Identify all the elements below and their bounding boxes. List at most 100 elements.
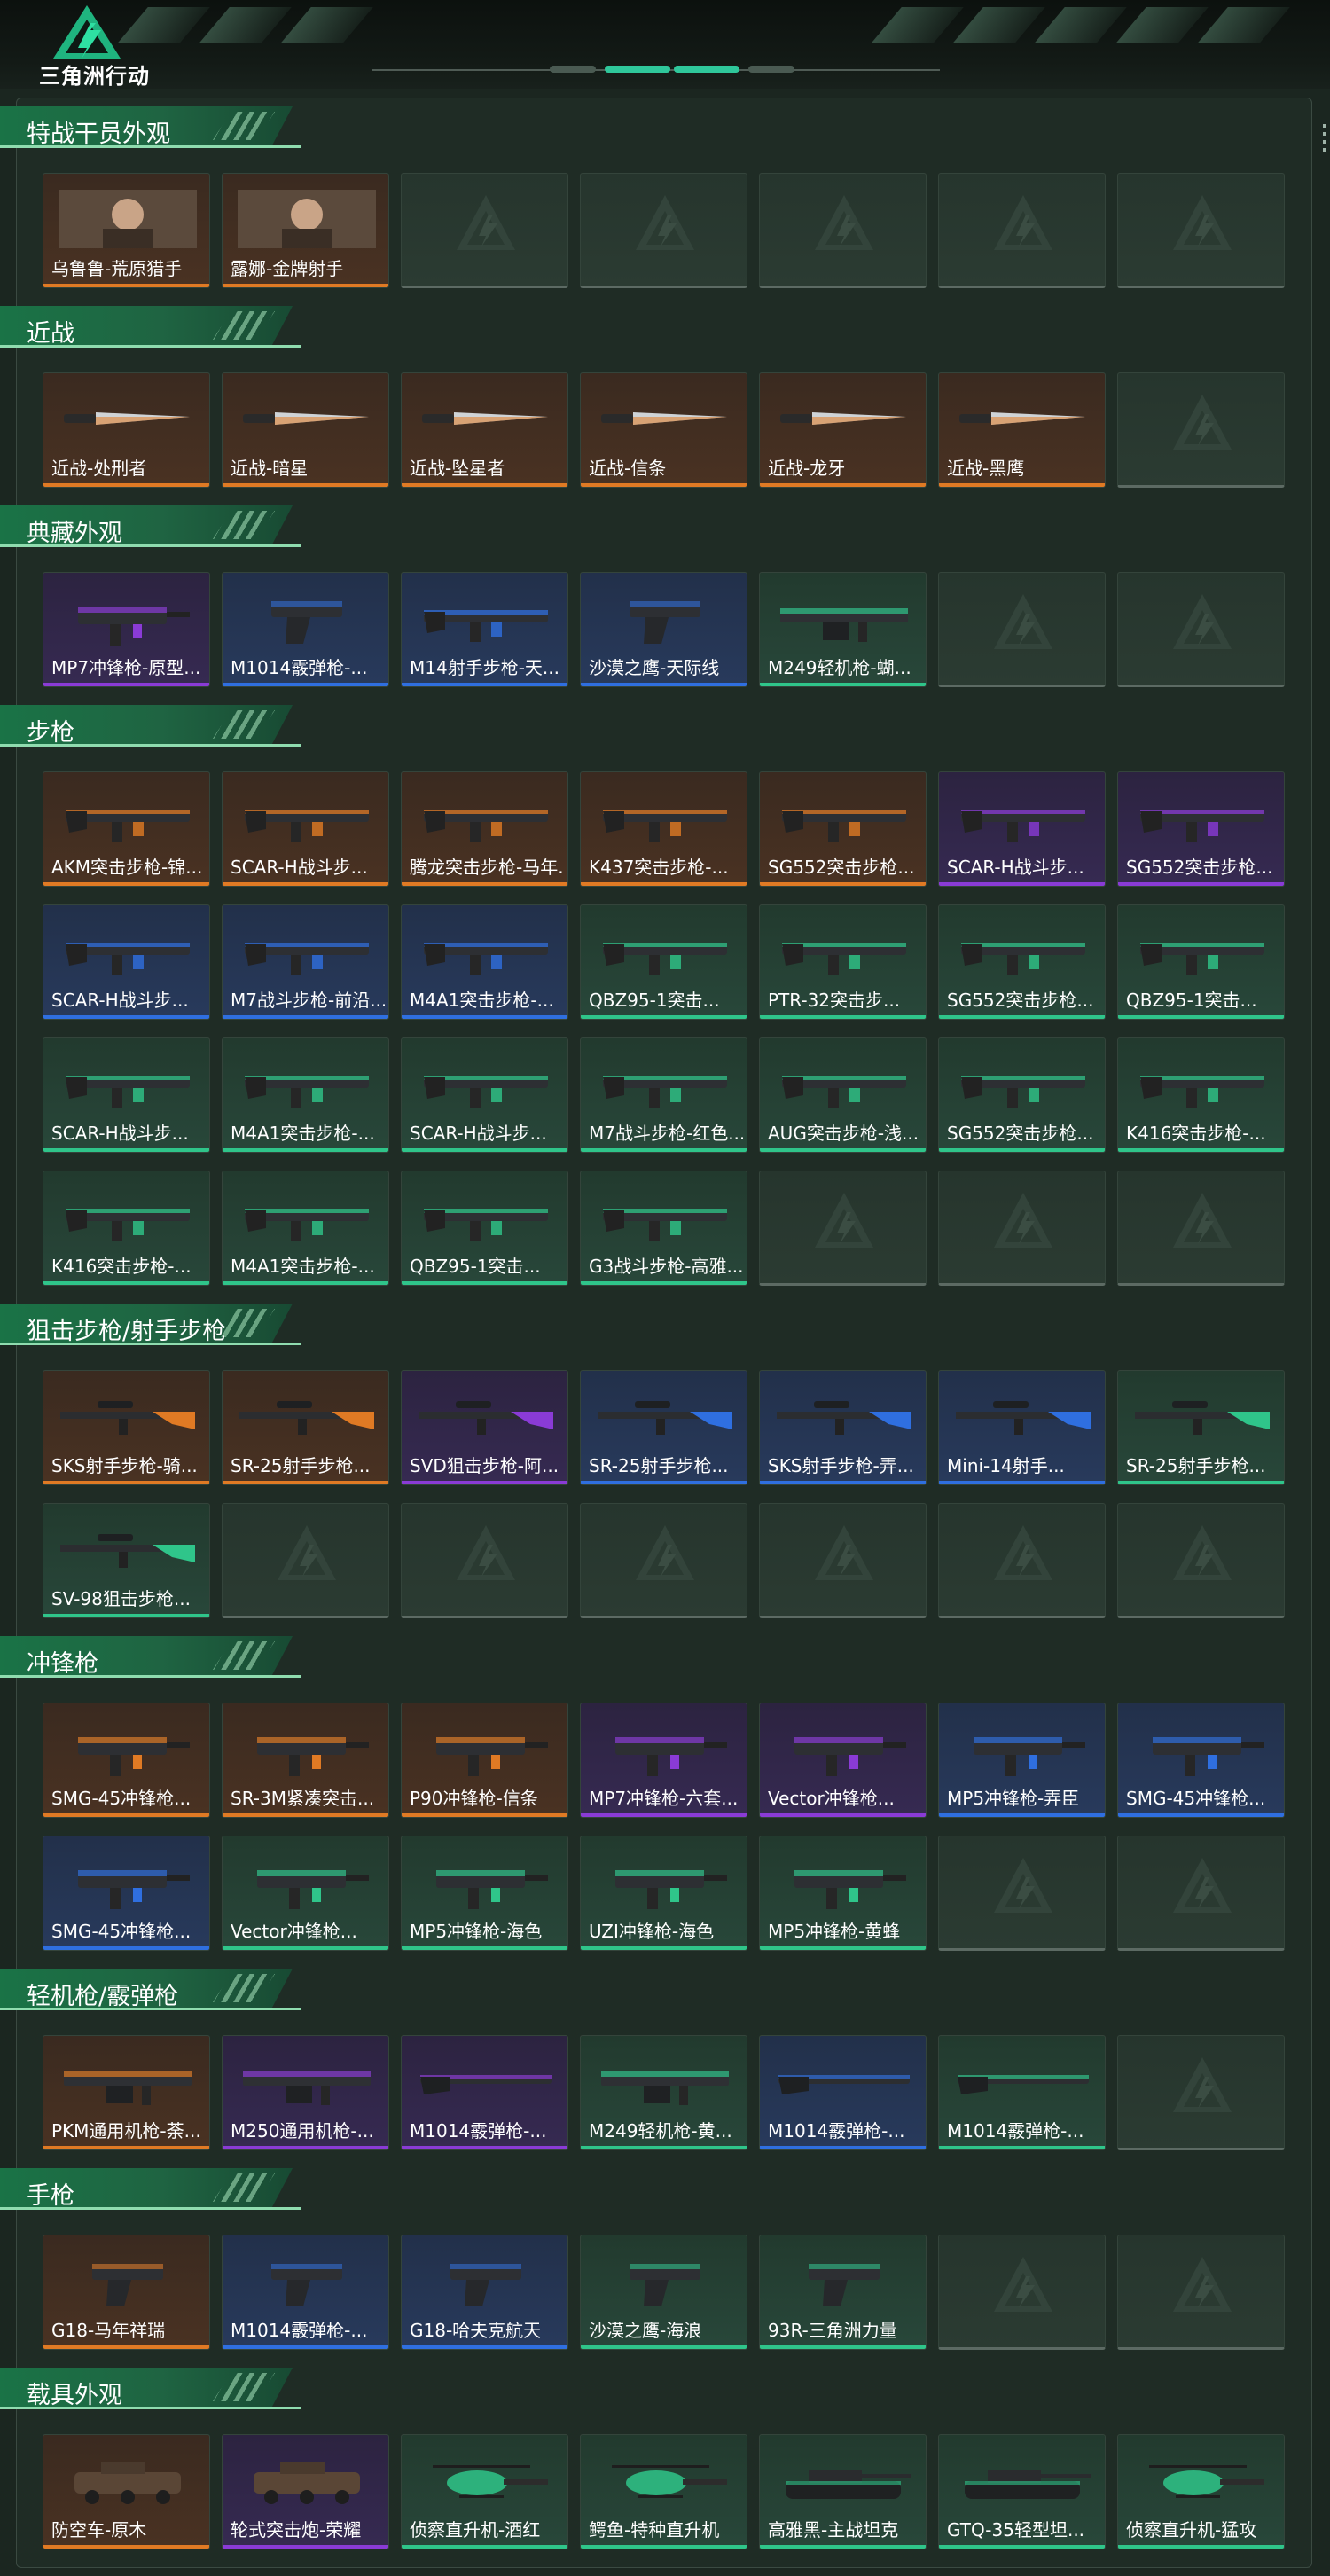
skin-card[interactable]: 侦察直升机-猛攻 — [1117, 2434, 1285, 2549]
skin-card[interactable]: 轮式突击炮-荣耀 — [222, 2434, 389, 2549]
skin-thumbnail — [411, 2045, 560, 2118]
skin-card[interactable]: 侦察直升机-酒红 — [401, 2434, 568, 2549]
skin-card[interactable]: SMG-45冲锋枪... — [1117, 1703, 1285, 1818]
skin-card[interactable]: QBZ95-1突击... — [580, 904, 747, 1020]
skin-card[interactable]: 乌鲁鲁-荒原猎手 — [43, 173, 210, 288]
skin-card[interactable]: SCAR-H战斗步... — [222, 771, 389, 887]
skin-card[interactable]: SCAR-H战斗步... — [401, 1037, 568, 1153]
rarity-bar — [43, 1015, 209, 1019]
delta-logo-icon — [53, 5, 121, 59]
skin-card[interactable]: M7战斗步枪-红色... — [580, 1037, 747, 1153]
skin-card[interactable]: M250通用机枪-... — [222, 2035, 389, 2150]
skin-card[interactable]: K416突击步枪-... — [43, 1171, 210, 1286]
skin-card[interactable]: MP5冲锋枪-黄蜂 — [759, 1836, 927, 1951]
skin-label: SG552突击步枪... — [1126, 857, 1273, 878]
rifle-icon — [781, 810, 906, 842]
skin-card[interactable]: 近战-龙牙 — [759, 372, 927, 488]
item-grid: SMG-45冲锋枪... SR-3M紧凑突击... P90冲锋枪-信条 MP7冲锋枪-… — [43, 1703, 1285, 1951]
skin-card[interactable]: Vector冲锋枪... — [222, 1836, 389, 1951]
skin-card[interactable]: 腾龙突击步枪-马年... — [401, 771, 568, 887]
skin-card[interactable]: G3战斗步枪-高雅... — [580, 1171, 747, 1286]
skin-card[interactable]: Mini-14射手... — [938, 1370, 1106, 1485]
pistol-icon — [808, 2264, 880, 2306]
skin-card[interactable]: SR-25射手步枪... — [1117, 1370, 1285, 1485]
skin-card[interactable]: 93R-三角洲力量 — [759, 2235, 927, 2350]
skin-card[interactable]: 近战-暗星 — [222, 372, 389, 488]
skin-card[interactable]: SG552突击步枪... — [759, 771, 927, 887]
skin-card[interactable]: M1014霰弹枪-... — [938, 2035, 1106, 2150]
skin-card[interactable]: MP5冲锋枪-弄臣 — [938, 1703, 1106, 1818]
skin-card[interactable]: 近战-信条 — [580, 372, 747, 488]
skin-card[interactable]: SMG-45冲锋枪... — [43, 1836, 210, 1951]
skin-card[interactable]: GTQ-35轻型坦... — [938, 2434, 1106, 2549]
skin-card[interactable]: M4A1突击步枪-... — [222, 1037, 389, 1153]
skin-card[interactable]: AKM突击步枪-锦... — [43, 771, 210, 887]
skin-card[interactable]: G18-哈夫克航天 — [401, 2235, 568, 2350]
skin-card[interactable]: M1014霰弹枪-... — [222, 2235, 389, 2350]
skin-card[interactable]: MP7冲锋枪-六套... — [580, 1703, 747, 1818]
skin-card[interactable]: SR-25射手步枪... — [222, 1370, 389, 1485]
skin-card[interactable]: SKS射手步枪-弄... — [759, 1370, 927, 1485]
item-grid: MP7冲锋枪-原型... M1014霰弹枪-... M14射手步枪-天... 沙漠之鹰… — [43, 572, 1285, 687]
skin-card[interactable]: 沙漠之鹰-海浪 — [580, 2235, 747, 2350]
header-decor-left — [118, 7, 373, 43]
scrollbar-handle[interactable] — [1323, 124, 1326, 152]
skin-card[interactable]: 近战-坠星者 — [401, 372, 568, 488]
skin-thumbnail — [769, 2444, 919, 2517]
skin-card[interactable]: QBZ95-1突击... — [1117, 904, 1285, 1020]
skin-card[interactable]: G18-马年祥瑞 — [43, 2235, 210, 2350]
skin-card[interactable]: PKM通用机枪-荼... — [43, 2035, 210, 2150]
skin-card[interactable]: SR-3M紧凑突击... — [222, 1703, 389, 1818]
skin-card[interactable]: SCAR-H战斗步... — [43, 904, 210, 1020]
skin-card[interactable]: M1014霰弹枪-... — [759, 2035, 927, 2150]
skin-card[interactable]: K416突击步枪-... — [1117, 1037, 1285, 1153]
skin-card[interactable]: SCAR-H战斗步... — [938, 771, 1106, 887]
skin-thumbnail — [590, 2444, 739, 2517]
rarity-bar — [939, 2146, 1105, 2149]
skin-card[interactable]: M7战斗步枪-前沿... — [222, 904, 389, 1020]
empty-slot-delta-icon — [1173, 1858, 1232, 1913]
skin-card[interactable]: MP7冲锋枪-原型... — [43, 572, 210, 687]
skin-card[interactable]: SMG-45冲锋枪... — [43, 1703, 210, 1818]
skin-thumbnail — [769, 382, 919, 455]
rarity-bar — [402, 1813, 567, 1817]
skin-card[interactable]: Vector冲锋枪... — [759, 1703, 927, 1818]
skin-card[interactable]: SVD狙击步枪-阿... — [401, 1370, 568, 1485]
skin-card[interactable]: SG552突击步枪... — [938, 1037, 1106, 1153]
skin-card[interactable]: QBZ95-1突击... — [401, 1171, 568, 1286]
skin-card[interactable]: AUG突击步枪-浅... — [759, 1037, 927, 1153]
rarity-bar — [760, 1481, 926, 1484]
skin-card[interactable]: SKS射手步枪-骑... — [43, 1370, 210, 1485]
skin-card[interactable]: PTR-32突击步... — [759, 904, 927, 1020]
skin-card[interactable]: SG552突击步枪... — [938, 904, 1106, 1020]
skin-card[interactable]: K437突击步枪-... — [580, 771, 747, 887]
skin-card[interactable]: M249轻机枪-黄... — [580, 2035, 747, 2150]
skin-card[interactable]: SCAR-H战斗步... — [43, 1037, 210, 1153]
skin-card[interactable]: M4A1突击步枪-... — [401, 904, 568, 1020]
skin-card[interactable]: 近战-黑鹰 — [938, 372, 1106, 488]
skin-label: 近战-暗星 — [231, 458, 309, 479]
skin-card[interactable]: UZI冲锋枪-海色 — [580, 1836, 747, 1951]
section-header: 典藏外观 — [0, 505, 301, 547]
skin-card[interactable]: M4A1突击步枪-... — [222, 1171, 389, 1286]
skin-card[interactable]: SV-98狙击步枪... — [43, 1503, 210, 1618]
skin-card[interactable]: 高雅黑-主战坦克 — [759, 2434, 927, 2549]
skin-label: PTR-32突击步... — [768, 990, 901, 1011]
smg-icon — [794, 1870, 906, 1909]
skin-card[interactable]: M1014霰弹枪-... — [401, 2035, 568, 2150]
skin-card[interactable]: 沙漠之鹰-天际线 — [580, 572, 747, 687]
skin-card[interactable]: M1014霰弹枪-... — [222, 572, 389, 687]
skin-card[interactable]: SR-25射手步枪... — [580, 1370, 747, 1485]
skin-thumbnail — [231, 382, 381, 455]
empty-slot — [759, 173, 927, 288]
skin-card[interactable]: 鳄鱼-特种直升机 — [580, 2434, 747, 2549]
skin-card[interactable]: 近战-处刑者 — [43, 372, 210, 488]
skin-thumbnail — [411, 781, 560, 854]
skin-card[interactable]: M249轻机枪-蝴... — [759, 572, 927, 687]
skin-card[interactable]: SG552突击步枪... — [1117, 771, 1285, 887]
skin-card[interactable]: M14射手步枪-天... — [401, 572, 568, 687]
skin-card[interactable]: MP5冲锋枪-海色 — [401, 1836, 568, 1951]
skin-card[interactable]: 防空车-原木 — [43, 2434, 210, 2549]
skin-card[interactable]: P90冲锋枪-信条 — [401, 1703, 568, 1818]
skin-card[interactable]: 露娜-金牌射手 — [222, 173, 389, 288]
